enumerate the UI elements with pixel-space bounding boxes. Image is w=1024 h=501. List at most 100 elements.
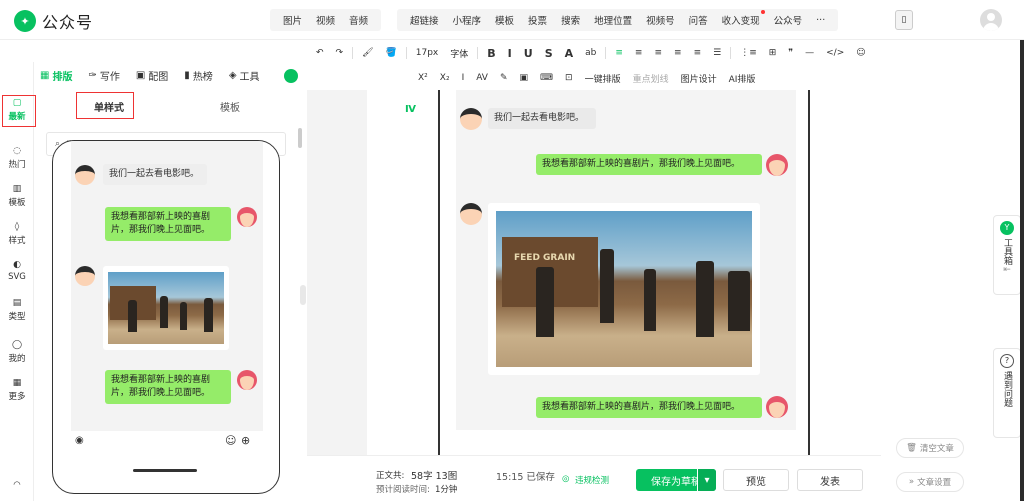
left-nav-label: 模板 <box>8 198 26 208</box>
toolbar-button[interactable]: ✎ <box>494 73 514 83</box>
hot-icon: ◌ <box>13 146 21 156</box>
toolbar-button[interactable]: ≡ <box>629 48 649 58</box>
nav-item[interactable]: 收入变现 <box>715 10 767 27</box>
left-nav-label: SVG <box>8 272 26 282</box>
toolbar-button[interactable]: B <box>481 47 501 60</box>
toolbar-button[interactable]: ⋮≡ <box>734 48 763 58</box>
toolbar-button[interactable]: ≡ <box>609 48 629 58</box>
nav-item[interactable]: 投票 <box>521 13 554 27</box>
nav-item[interactable]: 搜索 <box>554 13 587 27</box>
article-settings-label: 文章设置 <box>917 478 952 488</box>
home-indicator <box>133 469 197 472</box>
nav-item[interactable]: 小程序 <box>446 13 489 27</box>
left-tab[interactable]: ◈ 工具 <box>221 68 268 83</box>
toolbar-button[interactable]: 重点划线 <box>627 72 675 85</box>
trash-icon: 🗑 <box>906 443 917 453</box>
left-scrollbar[interactable] <box>298 128 302 148</box>
nav-item[interactable]: 问答 <box>682 13 715 27</box>
tab-template[interactable]: 模板 <box>220 99 240 114</box>
toolbar-button[interactable]: 17px <box>410 48 445 58</box>
photo <box>108 272 224 344</box>
article-content[interactable]: 我们一起去看电影吧。 我想看那部新上映的喜剧片，那我们晚上见面吧。 FEED G… <box>456 90 796 430</box>
clear-article-button[interactable]: 🗑 清空文章 <box>896 438 964 458</box>
toolbar-button[interactable]: I <box>502 47 518 60</box>
toolbar-button[interactable]: ▣ <box>514 73 535 83</box>
left-nav-item[interactable]: ▥ 模板 <box>0 184 34 208</box>
media-nav: 图片 视频 音频 <box>270 9 382 31</box>
article-settings-button[interactable]: » 文章设置 <box>896 472 964 492</box>
toolbar-separator <box>605 47 607 59</box>
toolbar-button[interactable]: AI排版 <box>723 72 762 85</box>
shield-check-icon: ◎ <box>562 474 570 484</box>
left-nav-item[interactable]: ◐ SVG <box>0 260 34 282</box>
preview-button[interactable]: 预览 <box>723 469 789 491</box>
left-tab[interactable]: ▮ 热榜 <box>176 68 221 83</box>
toolbar-button[interactable]: X² <box>412 73 434 83</box>
help-panel[interactable]: ? 遇到问题 <box>993 348 1021 438</box>
left-nav-item[interactable]: ▦ 更多 <box>0 378 34 402</box>
left-tab[interactable]: ▣ 配图 <box>128 68 176 83</box>
left-nav-item[interactable]: ◯ 我的 <box>0 340 34 364</box>
nav-item[interactable]: 地理位置 <box>587 13 639 27</box>
phone-text-input[interactable] <box>93 435 219 451</box>
left-nav-item[interactable]: ◊ 样式 <box>0 222 34 246</box>
save-options-dropdown[interactable]: ▾ <box>697 469 716 491</box>
toolbar-button[interactable]: ☺ <box>850 48 871 58</box>
voice-icon[interactable]: ◉ <box>75 435 84 446</box>
logo[interactable]: ✦ 公众号 <box>14 9 93 33</box>
toolbar-button[interactable]: X₂ <box>434 73 456 83</box>
boy-avatar <box>460 108 482 130</box>
nav-item[interactable]: 图片 <box>276 13 309 27</box>
publish-button[interactable]: 发表 <box>797 469 863 491</box>
toolbar-button[interactable]: ⊞ <box>763 48 783 58</box>
emoji-icon[interactable]: ☺ <box>225 434 236 447</box>
toolbar-button[interactable]: ☰ <box>707 48 727 58</box>
chat-bubble-left: 我们一起去看电影吧。 <box>488 108 596 129</box>
nav-item[interactable]: 超链接 <box>403 13 446 27</box>
nav-item[interactable]: 公众号 <box>767 13 810 27</box>
toolbar-button[interactable]: ↶ <box>310 48 330 58</box>
mobile-preview-icon[interactable]: ▯ <box>895 10 913 30</box>
boy-avatar <box>75 266 95 286</box>
left-tab-label: 配图 <box>148 71 169 83</box>
nav-item[interactable]: 模板 <box>488 13 521 27</box>
toolbar-button[interactable]: ↷ <box>330 48 350 58</box>
toolbar-button[interactable]: ⌨ <box>534 73 559 83</box>
toolbar-button[interactable]: 图片设计 <box>675 72 723 85</box>
toolbox-panel[interactable]: Y 工具箱 ⇤ <box>993 215 1021 295</box>
toolbar-button[interactable]: Ι <box>456 73 471 83</box>
violation-check-link[interactable]: 违规检测 <box>575 474 609 486</box>
nav-item[interactable]: 视频号 <box>639 13 682 27</box>
toolbar-button[interactable]: — <box>799 48 820 58</box>
toolbar-button[interactable]: ❞ <box>782 48 799 58</box>
left-tab[interactable]: ▦ 排版 <box>32 68 80 83</box>
headset-icon[interactable]: ◠ <box>0 480 34 490</box>
chat-bubble-right: 我想看那部新上映的喜剧 片，那我们晚上见面吧。 <box>105 370 231 404</box>
left-tab[interactable]: ✑ 写作 <box>80 68 127 83</box>
toolbar-button[interactable]: 一键排版 <box>579 72 627 85</box>
toolbar-button[interactable]: 字体 <box>444 47 474 60</box>
left-nav-item[interactable]: ▤ 类型 <box>0 298 34 322</box>
plugin-toggle[interactable] <box>284 69 298 83</box>
toolbar-button[interactable]: AV <box>470 73 494 83</box>
toolbar-button[interactable]: ≡ <box>668 48 688 58</box>
plus-icon[interactable]: ⊕ <box>241 434 250 447</box>
insert-nav: 超链接 小程序 模板 投票 搜索 地理位置 视频号 问答 收入变现 公众号 ··· <box>397 9 839 31</box>
toolbar-button[interactable]: 🪣 <box>380 48 403 58</box>
toolbar-button[interactable]: S <box>539 47 559 60</box>
toolbar-button[interactable]: ≡ <box>688 48 708 58</box>
toolbar-button[interactable]: ⊡ <box>559 73 579 83</box>
toolbar-button[interactable]: 🖌 <box>356 48 379 58</box>
nav-item[interactable]: 视频 <box>309 13 342 27</box>
nav-item[interactable]: 音频 <box>342 13 375 27</box>
toolbar-button[interactable]: </> <box>820 48 850 58</box>
phone-preview: 我们一起去看电影吧。 我想看那部新上映的喜剧 片，那我们晚上见面吧。 我想看那部… <box>52 140 280 494</box>
user-avatar[interactable] <box>980 9 1002 31</box>
toolbar-button[interactable]: ab <box>579 48 602 58</box>
toolbar-button[interactable]: ≡ <box>648 48 668 58</box>
toolbar-button[interactable]: U <box>518 47 539 60</box>
left-nav-item[interactable]: ◌ 热门 <box>0 146 34 170</box>
toolbar-button[interactable]: A <box>559 47 580 60</box>
nav-item[interactable]: ··· <box>809 15 832 26</box>
panel-collapse-handle[interactable] <box>300 285 306 305</box>
